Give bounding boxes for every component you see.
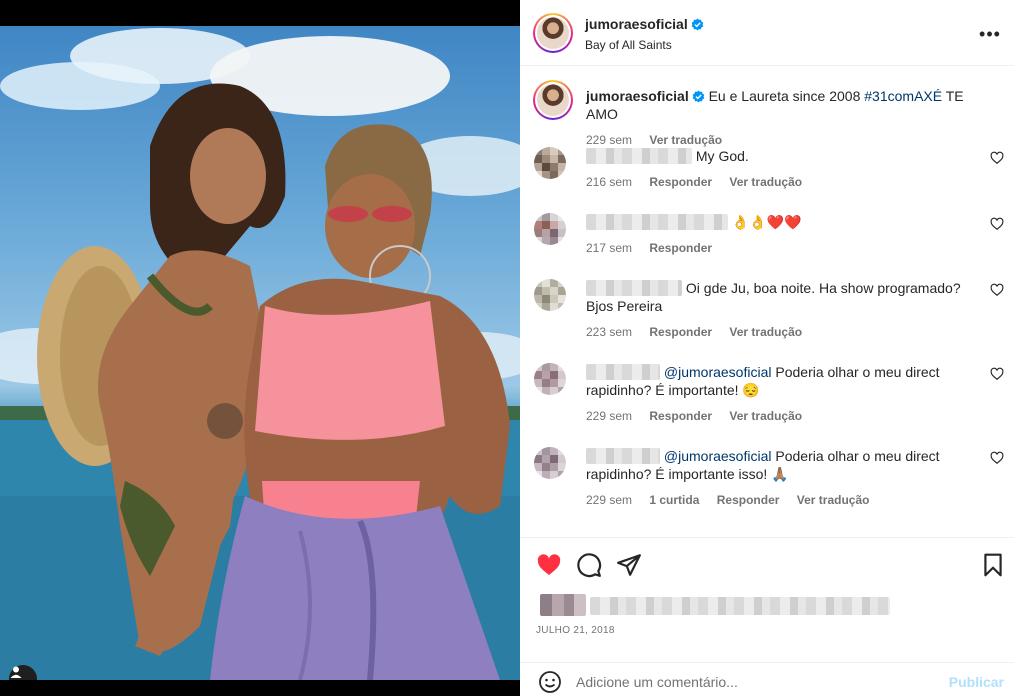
caption-author-username[interactable]: jumoraesoficial bbox=[586, 88, 689, 104]
reply-button[interactable]: Responder bbox=[649, 241, 712, 255]
more-options-button[interactable]: ••• bbox=[978, 22, 1002, 46]
author-avatar[interactable] bbox=[533, 13, 573, 53]
reply-button[interactable]: Responder bbox=[717, 493, 780, 507]
comment-meta: 223 sem Responder Ver tradução bbox=[586, 323, 986, 341]
verified-badge-icon bbox=[691, 18, 704, 31]
liker-avatars[interactable] bbox=[540, 594, 586, 616]
comment-input[interactable] bbox=[576, 671, 936, 693]
commenter-avatar[interactable] bbox=[534, 363, 566, 395]
comment-text: My God. bbox=[695, 148, 749, 164]
emoji-icon[interactable] bbox=[538, 670, 562, 694]
translate-button[interactable]: Ver tradução bbox=[729, 175, 802, 189]
post-photo[interactable] bbox=[0, 26, 520, 680]
comment-like-heart-icon[interactable] bbox=[990, 451, 1004, 465]
reply-button[interactable]: Responder bbox=[649, 409, 712, 423]
post-location[interactable]: Bay of All Saints bbox=[585, 38, 704, 52]
post-actions-bar bbox=[520, 537, 1014, 591]
caption-text: Eu e Laureta since 2008 bbox=[708, 88, 865, 104]
likes-summary[interactable] bbox=[540, 594, 890, 616]
caption-author-avatar[interactable] bbox=[533, 80, 573, 120]
comment-meta: 216 sem Responder Ver tradução bbox=[586, 173, 986, 191]
comment-like-heart-icon[interactable] bbox=[990, 217, 1004, 231]
caption-time[interactable]: 229 sem bbox=[586, 133, 632, 147]
post-date[interactable]: JULHO 21, 2018 bbox=[536, 625, 615, 636]
save-bookmark-icon[interactable] bbox=[980, 552, 1006, 578]
commenter-username[interactable] bbox=[586, 214, 728, 230]
comment-meta: 229 sem Responder Ver tradução bbox=[586, 407, 986, 425]
post-header: jumoraesoficial Bay of All Saints ••• bbox=[520, 0, 1014, 66]
comment-meta: 217 sem Responder bbox=[586, 239, 986, 257]
comment-time[interactable]: 223 sem bbox=[586, 325, 632, 339]
comment-time[interactable]: 229 sem bbox=[586, 409, 632, 423]
publish-button[interactable]: Publicar bbox=[949, 674, 1004, 690]
like-heart-filled-icon[interactable] bbox=[536, 552, 562, 578]
comment-mention[interactable]: @jumoraesoficial bbox=[664, 448, 772, 464]
commenter-username[interactable] bbox=[586, 364, 660, 380]
translate-button[interactable]: Ver tradução bbox=[729, 409, 802, 423]
likes-text-blurred[interactable] bbox=[590, 597, 890, 615]
commenter-username[interactable] bbox=[586, 448, 660, 464]
translate-button[interactable]: Ver tradução bbox=[729, 325, 802, 339]
comment-like-heart-icon[interactable] bbox=[990, 367, 1004, 381]
commenter-avatar[interactable] bbox=[534, 213, 566, 245]
commenter-username[interactable] bbox=[586, 148, 692, 164]
photo-panel bbox=[0, 0, 520, 696]
comment-likes-count[interactable]: 1 curtida bbox=[649, 493, 699, 507]
reply-button[interactable]: Responder bbox=[649, 325, 712, 339]
instagram-post-modal: jumoraesoficial Bay of All Saints ••• ju… bbox=[0, 0, 1014, 696]
comment-mention[interactable]: @jumoraesoficial bbox=[664, 364, 772, 380]
caption-hashtag[interactable]: #31comAXÉ bbox=[864, 88, 942, 104]
commenter-username[interactable] bbox=[586, 280, 682, 296]
translate-button[interactable]: Ver tradução bbox=[797, 493, 870, 507]
comment-composer: Publicar bbox=[520, 662, 1014, 696]
comment-like-heart-icon[interactable] bbox=[990, 151, 1004, 165]
reply-button[interactable]: Responder bbox=[649, 175, 712, 189]
caption-translate-button[interactable]: Ver tradução bbox=[649, 133, 722, 147]
commenter-avatar[interactable] bbox=[534, 147, 566, 179]
person-icon bbox=[10, 666, 22, 678]
comment-time[interactable]: 217 sem bbox=[586, 241, 632, 255]
post-details-panel: jumoraesoficial Bay of All Saints ••• ju… bbox=[520, 0, 1014, 696]
commenter-avatar[interactable] bbox=[534, 447, 566, 479]
comment-time[interactable]: 229 sem bbox=[586, 493, 632, 507]
comment-time[interactable]: 216 sem bbox=[586, 175, 632, 189]
author-username[interactable]: jumoraesoficial bbox=[585, 16, 688, 32]
comment-text: 👌👌❤️❤️ bbox=[731, 214, 802, 230]
share-paper-plane-icon[interactable] bbox=[616, 552, 642, 578]
comments-list: jumoraesoficial Eu e Laureta since 2008 … bbox=[520, 67, 1014, 537]
more-icon: ••• bbox=[979, 23, 1001, 44]
comment-like-heart-icon[interactable] bbox=[990, 283, 1004, 297]
commenter-avatar[interactable] bbox=[534, 279, 566, 311]
comment-meta: 229 sem 1 curtida Responder Ver tradução bbox=[586, 491, 986, 509]
verified-badge-icon bbox=[692, 90, 705, 103]
comment-bubble-icon[interactable] bbox=[576, 552, 602, 578]
